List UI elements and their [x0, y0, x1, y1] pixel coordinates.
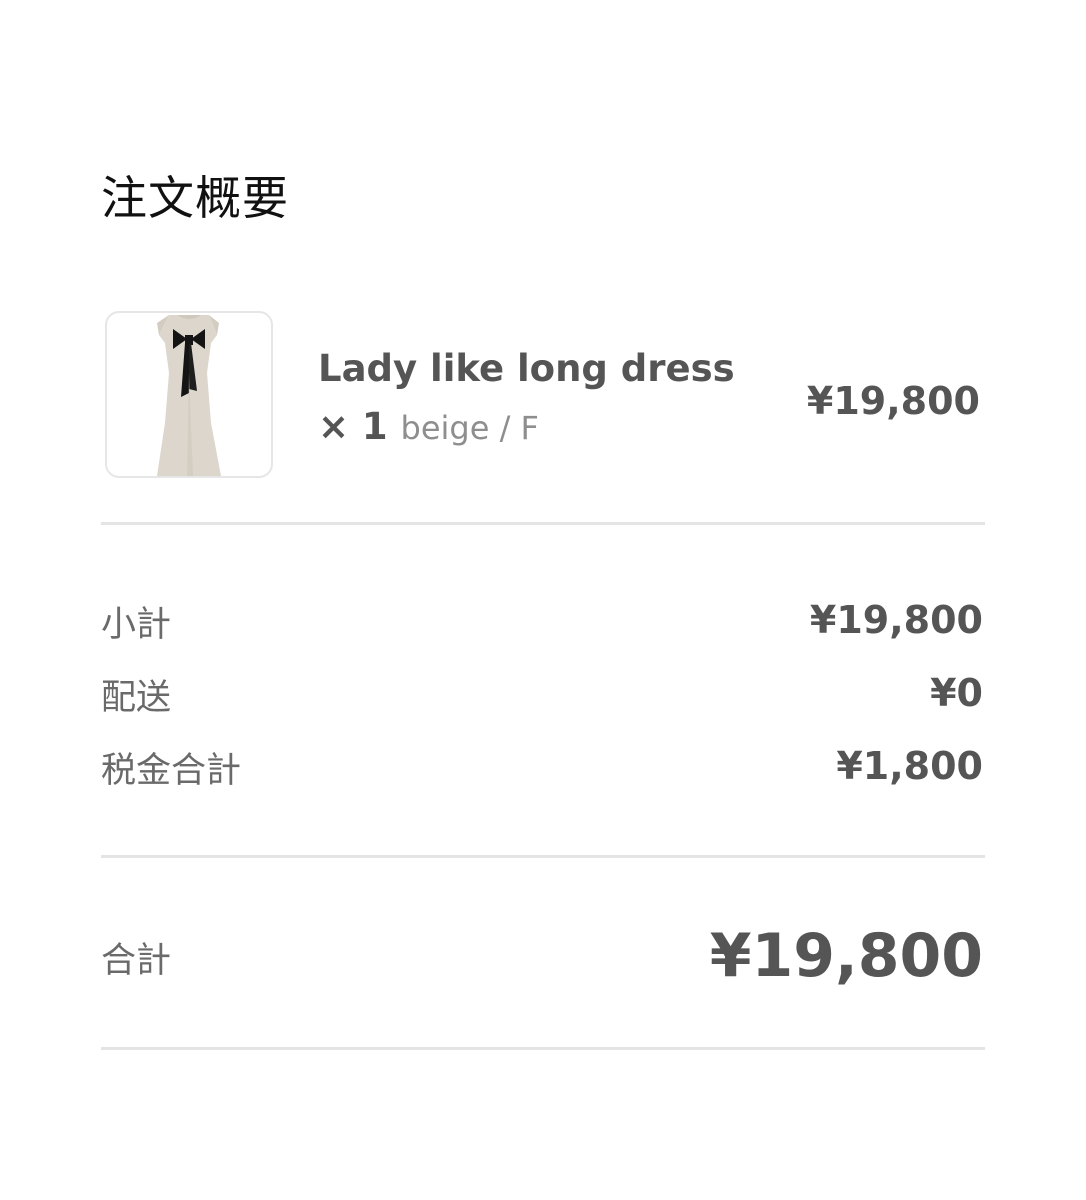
product-name: Lady like long dress × 1 beige / F — [318, 340, 738, 457]
subtotal-label: 小計 — [101, 605, 172, 645]
subtotal-value: ¥19,800 — [809, 598, 983, 642]
product-variant: beige / F — [400, 409, 539, 447]
product-price: ¥19,800 — [806, 379, 980, 423]
shipping-value: ¥0 — [930, 671, 983, 715]
shipping-label: 配送 — [101, 678, 172, 718]
tax-label: 税金合計 — [101, 751, 242, 791]
total-label: 合計 — [101, 941, 172, 981]
divider — [101, 522, 985, 525]
dress-image — [157, 315, 221, 476]
product-thumbnail — [105, 311, 273, 478]
total-value: ¥19,800 — [709, 921, 983, 991]
page-title: 注文概要 — [101, 171, 289, 225]
divider — [101, 855, 985, 858]
divider — [101, 1047, 985, 1050]
tax-value: ¥1,800 — [836, 744, 983, 788]
